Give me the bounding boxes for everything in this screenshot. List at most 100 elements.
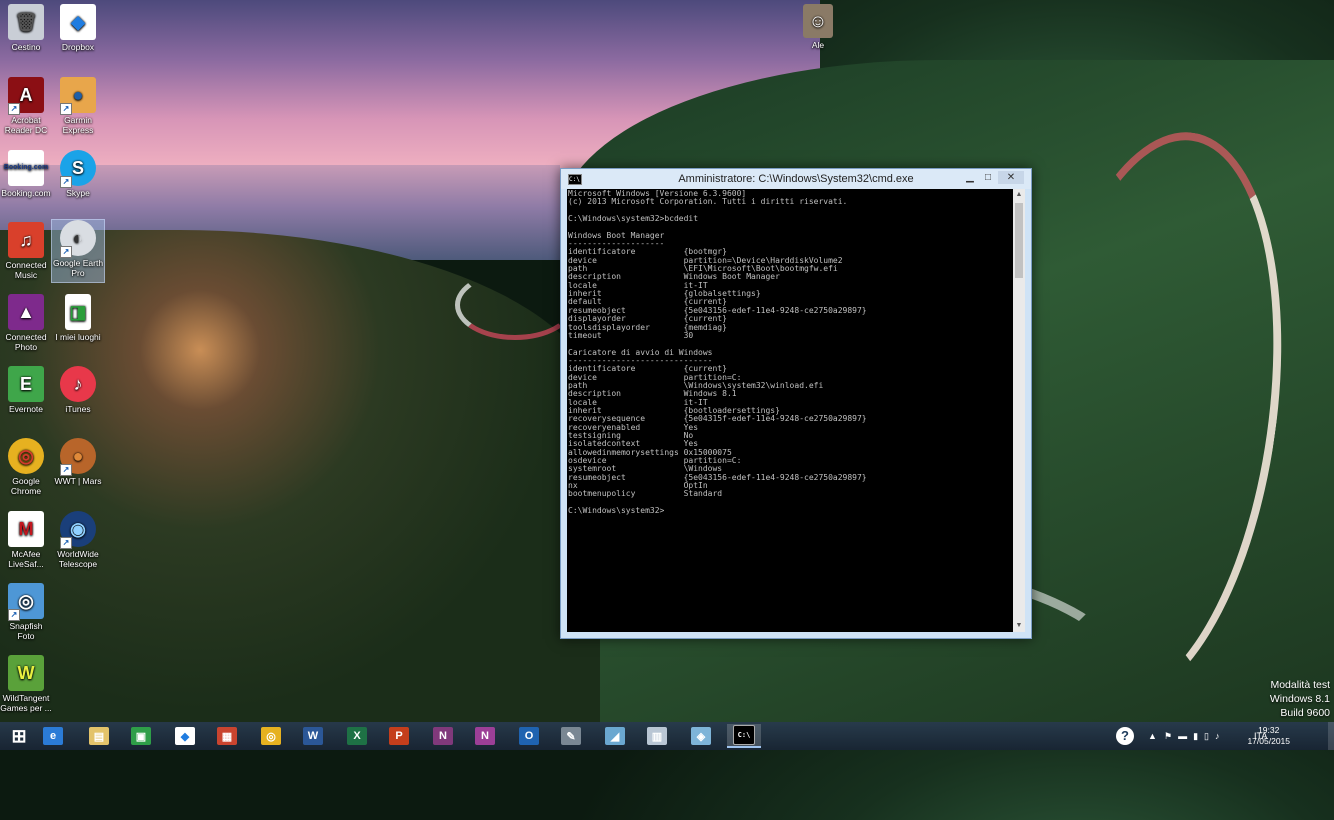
- taskbar-app-powerpoint[interactable]: P: [382, 724, 416, 748]
- taskbar-app-command-prompt[interactable]: C:\: [727, 724, 761, 748]
- close-button[interactable]: ✕: [998, 171, 1024, 184]
- volume-icon[interactable]: ♪: [1215, 731, 1220, 741]
- taskbar-app-file-explorer[interactable]: ▤: [82, 724, 116, 748]
- icon-glyph: M: [18, 519, 34, 539]
- desktop-icon-cestino[interactable]: 🗑 Cestino: [0, 4, 52, 52]
- taskbar-app-store[interactable]: ▣: [124, 724, 158, 748]
- minimize-button[interactable]: ▁: [961, 171, 979, 184]
- desktop-icon-garmin-express[interactable]: ● ↗ Garmin Express: [52, 77, 104, 135]
- app-2-icon: ◢: [605, 727, 625, 745]
- desktop-icon-user-ale[interactable]: ☺ Ale: [792, 4, 844, 50]
- console-output[interactable]: Microsoft Windows [Versione 6.3.9600] (c)…: [567, 189, 1013, 632]
- desktop-icon-booking[interactable]: Booking.com Booking.com: [0, 150, 52, 198]
- system-tray-icons: ⚑ ▬ ▮ ▯ ♪: [1164, 722, 1219, 750]
- desktop-icon-acrobat-reader[interactable]: A ↗ Acrobat Reader DC: [0, 77, 52, 135]
- skype-icon: S ↗: [60, 150, 96, 188]
- scroll-up-icon[interactable]: ▲: [1013, 189, 1025, 201]
- show-desktop-button[interactable]: [1328, 722, 1334, 750]
- desktop-icon-i-miei-luoghi[interactable]: ◨ I miei luoghi: [52, 294, 104, 342]
- taskbar-app-app-4[interactable]: ◈: [684, 724, 718, 748]
- file-explorer-icon: ▤: [89, 727, 109, 745]
- dropbox-icon: ◆: [175, 727, 195, 745]
- clock-date: 17/05/2015: [1247, 736, 1290, 746]
- outlook-icon: O: [519, 727, 539, 745]
- taskbar-app-excel[interactable]: X: [340, 724, 374, 748]
- vertical-scrollbar[interactable]: ▲ ▼: [1013, 189, 1025, 632]
- internet-explorer-icon: e: [43, 727, 63, 745]
- watermark-line: Modalità test: [1270, 679, 1330, 691]
- booking-icon: Booking.com: [4, 150, 48, 186]
- wildtangent-icon: W: [8, 655, 44, 691]
- clock-time: 19:32: [1258, 725, 1280, 735]
- help-button[interactable]: ?: [1116, 722, 1134, 750]
- desktop-icon-label: WWT | Mars: [54, 476, 102, 486]
- taskbar-app-outlook[interactable]: O: [512, 724, 546, 748]
- icon-glyph: ▲: [17, 302, 35, 322]
- desktop-icon-google-earth-pro[interactable]: ◐ ↗ Google Earth Pro: [51, 219, 105, 283]
- desktop-icon-label: Booking.com: [1, 188, 51, 198]
- scroll-down-icon[interactable]: ▼: [1013, 620, 1025, 632]
- desktop-icon-label: Evernote: [8, 404, 44, 414]
- shortcut-arrow-icon: ↗: [60, 464, 72, 476]
- desktop-icon-connected-photo[interactable]: ▲ Connected Photo: [0, 294, 52, 352]
- desktop-icon-wildtangent[interactable]: W WildTangent Games per ...: [0, 655, 52, 713]
- taskbar-app-word[interactable]: W: [296, 724, 330, 748]
- desktop-icon-evernote[interactable]: E Evernote: [0, 366, 52, 414]
- windows-logo-icon: ⊞: [11, 725, 27, 746]
- taskbar-app-app-2[interactable]: ◢: [598, 724, 632, 748]
- connected-music-icon: ♫: [8, 222, 44, 258]
- console-line: bootmenupolicy Standard: [568, 489, 723, 499]
- shortcut-arrow-icon: ↗: [60, 103, 72, 115]
- desktop-icon-worldwide-telescope[interactable]: ◉ ↗ WorldWide Telescope: [52, 511, 104, 569]
- chrome-icon: ◎: [8, 438, 44, 474]
- telescope-icon: ◉ ↗: [60, 511, 96, 549]
- desktop-icon-label: Snapfish Foto: [9, 621, 43, 641]
- tray-overflow-button[interactable]: ▲: [1148, 722, 1157, 750]
- maximize-button[interactable]: □: [979, 171, 997, 184]
- garmin-express-icon: ● ↗: [60, 77, 96, 115]
- console-line: C:\Windows\system32>bcdedit: [568, 214, 699, 224]
- taskbar-app-chrome[interactable]: ◎: [254, 724, 288, 748]
- taskbar-app-internet-explorer[interactable]: e: [36, 724, 70, 748]
- start-button[interactable]: ⊞: [2, 724, 36, 748]
- icon-glyph: ♪: [73, 374, 83, 394]
- desktop-icon-mcafee[interactable]: M McAfee LiveSaf...: [0, 511, 52, 569]
- cmd-window[interactable]: C:\ Amministratore: C:\Windows\System32\…: [560, 168, 1032, 639]
- taskbar-app-onenote[interactable]: N: [426, 724, 460, 748]
- desktop-icon-google-chrome[interactable]: ◎ Google Chrome: [0, 438, 52, 496]
- taskbar-app-dropbox[interactable]: ◆: [168, 724, 202, 748]
- taskbar-app-app-3[interactable]: ▥: [640, 724, 674, 748]
- command-prompt-icon: C:\: [733, 725, 755, 745]
- desktop-icon-connected-music[interactable]: ♫ Connected Music: [0, 222, 52, 280]
- icon-glyph: ◐: [72, 228, 84, 248]
- scrollbar-thumb[interactable]: [1015, 203, 1023, 278]
- desktop-icon-itunes[interactable]: ♪ iTunes: [52, 366, 104, 414]
- chevron-up-icon: ▲: [1148, 731, 1157, 741]
- keyboard-icon[interactable]: ▬: [1178, 731, 1187, 741]
- desktop-icon-dropbox[interactable]: ◆ Dropbox: [52, 4, 104, 52]
- desktop-icon-label: Garmin Express: [62, 115, 94, 135]
- document-icon: ◨: [65, 294, 91, 330]
- excel-icon: X: [347, 727, 367, 745]
- desktop-icon-label: Connected Photo: [5, 332, 47, 352]
- photos-icon: ▦: [217, 727, 237, 745]
- app-1-icon: ✎: [561, 727, 581, 745]
- store-icon: ▣: [131, 727, 151, 745]
- taskbar-app-photos[interactable]: ▦: [210, 724, 244, 748]
- icon-glyph: ♫: [19, 230, 33, 250]
- network-icon[interactable]: ▯: [1204, 731, 1209, 742]
- desktop-icon-snapfish[interactable]: ◎ ↗ Snapfish Foto: [0, 583, 52, 641]
- action-center-icon[interactable]: ⚑: [1164, 731, 1172, 742]
- taskbar-app-onenote-2013[interactable]: N: [468, 724, 502, 748]
- icon-glyph: W: [17, 663, 35, 683]
- taskbar-app-app-1[interactable]: ✎: [554, 724, 588, 748]
- desktop-icon-label: McAfee LiveSaf...: [8, 549, 44, 569]
- desktop-icon-wwt-mars[interactable]: ● ↗ WWT | Mars: [52, 438, 104, 486]
- taskbar-clock[interactable]: 19:32 17/05/2015: [1247, 725, 1290, 747]
- cmd-title-bar[interactable]: C:\ Amministratore: C:\Windows\System32\…: [561, 169, 1031, 189]
- desktop-icon-skype[interactable]: S ↗ Skype: [52, 150, 104, 198]
- console-line: C:\Windows\system32>: [568, 506, 665, 516]
- icon-glyph: ☺: [808, 11, 828, 31]
- taskbar: ⊞ e ▤ ▣ ◆ ▦ ◎ W X P N N O ✎ ◢ ▥ ◈ C:\ ? ▲ ⚑ ▬ ▮ ▯ ♪ ITA …: [0, 722, 1334, 750]
- battery-icon[interactable]: ▮: [1193, 731, 1198, 742]
